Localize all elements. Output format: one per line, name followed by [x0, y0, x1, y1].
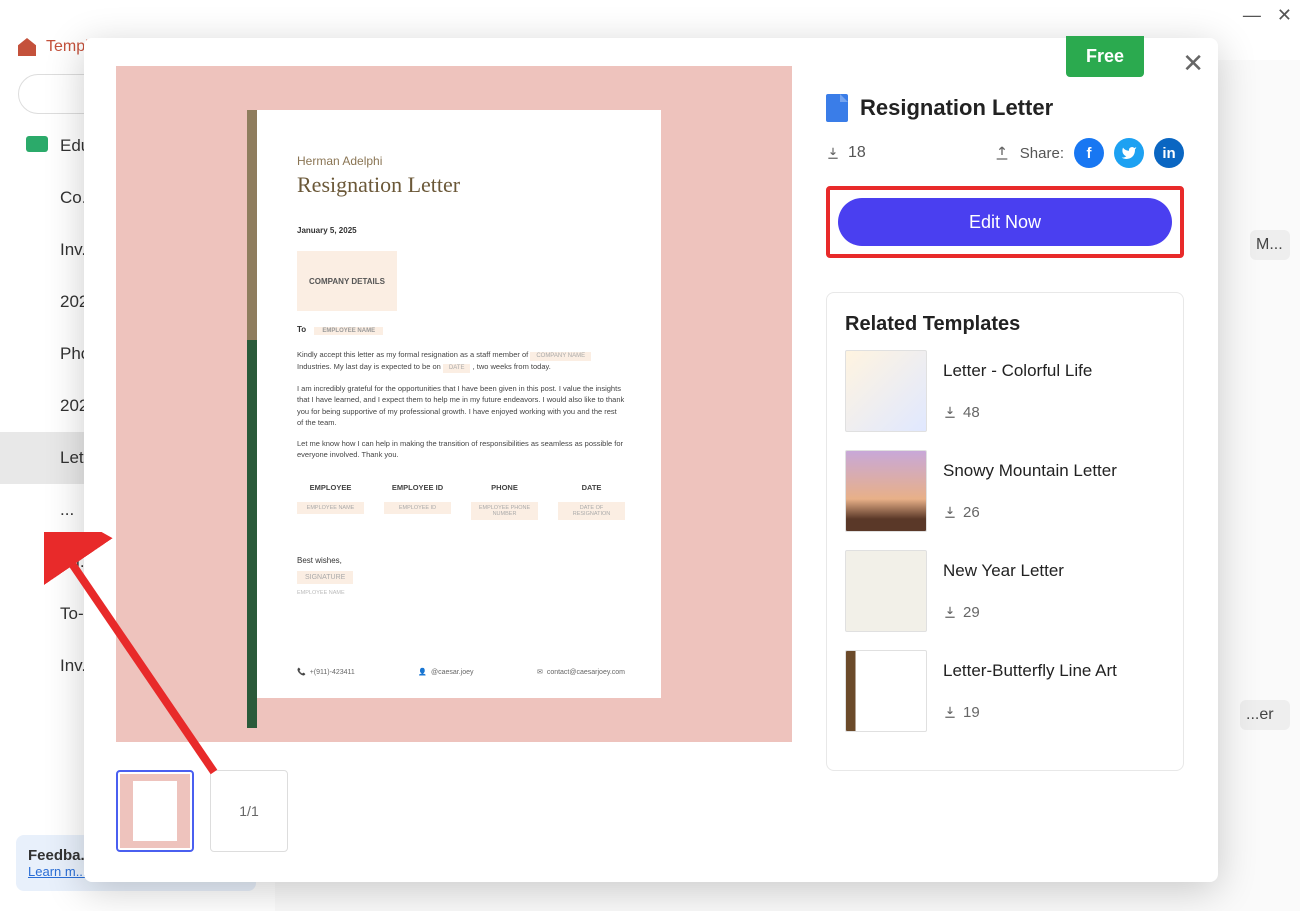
template-header: Resignation Letter [826, 94, 1184, 122]
related-downloads: 19 [943, 704, 1117, 721]
related-item[interactable]: Letter-Butterfly Line Art 19 [845, 650, 1165, 732]
doc-footer-handle: 👤 @caesar.joey [418, 668, 473, 676]
document-preview: Herman Adelphi Resignation Letter Januar… [247, 110, 661, 698]
related-name: Letter-Butterfly Line Art [943, 661, 1117, 681]
doc-to-label: To [297, 325, 306, 334]
info-pane: Resignation Letter 18 Share: f in Edit N… [812, 38, 1218, 882]
bg-card-stub: ...er [1240, 700, 1290, 730]
related-name: Letter - Colorful Life [943, 361, 1092, 381]
related-thumb [845, 550, 927, 632]
twitter-icon[interactable] [1114, 138, 1144, 168]
share-group: Share: f in [994, 138, 1184, 168]
window-minimize[interactable]: — [1243, 5, 1261, 26]
doc-signature-placeholder: SIGNATURE [297, 571, 353, 584]
doc-placeholder: EMPLOYEE NAME [314, 327, 383, 335]
download-count: 18 [826, 144, 866, 162]
window-close[interactable]: ✕ [1277, 5, 1292, 26]
info-stats-row: 18 Share: f in [826, 138, 1184, 168]
related-title: Related Templates [845, 313, 1165, 336]
template-title: Resignation Letter [860, 95, 1053, 121]
free-badge: Free [1066, 36, 1144, 77]
related-item[interactable]: New Year Letter 29 [845, 550, 1165, 632]
doc-to-line: To EMPLOYEE NAME [297, 325, 625, 335]
share-label: Share: [1020, 145, 1064, 162]
doc-footer: 📞 +(911)-423411 👤 @caesar.joey ✉ contact… [297, 668, 625, 676]
bg-card-stub: M... [1250, 230, 1290, 260]
doc-footer-email: ✉ contact@caesarjoey.com [537, 668, 625, 676]
document-icon [826, 94, 848, 122]
new-badge-icon [26, 136, 48, 152]
window-titlebar: — ✕ [0, 0, 1300, 30]
doc-table-col: PHONEEMPLOYEE PHONE NUMBER [471, 483, 538, 520]
related-downloads: 48 [943, 404, 1092, 421]
doc-paragraph: I am incredibly grateful for the opportu… [297, 383, 625, 428]
download-icon [943, 505, 957, 519]
edit-button-highlight: Edit Now [826, 186, 1184, 258]
related-item[interactable]: Letter - Colorful Life 48 [845, 350, 1165, 432]
close-icon[interactable]: ✕ [1182, 48, 1204, 79]
doc-title: Resignation Letter [297, 172, 625, 198]
facebook-icon[interactable]: f [1074, 138, 1104, 168]
template-preview-modal: Free ✕ Herman Adelphi Resignation Letter… [84, 38, 1218, 882]
doc-paragraph: Kindly accept this letter as my formal r… [297, 349, 625, 373]
related-downloads: 29 [943, 604, 1064, 621]
download-icon [943, 405, 957, 419]
doc-table-col: DATEDATE OF RESIGNATION [558, 483, 625, 520]
home-icon [18, 38, 36, 56]
edit-now-button[interactable]: Edit Now [838, 198, 1172, 246]
doc-table: EMPLOYEEEMPLOYEE NAME EMPLOYEE IDEMPLOYE… [297, 483, 625, 520]
download-icon [943, 705, 957, 719]
download-icon [943, 605, 957, 619]
related-name: New Year Letter [943, 561, 1064, 581]
page-indicator: 1/1 [210, 770, 288, 852]
doc-footer-phone: 📞 +(911)-423411 [297, 668, 355, 676]
doc-employee-placeholder: EMPLOYEE NAME [297, 590, 625, 596]
doc-closing: Best wishes, [297, 556, 625, 565]
download-icon [826, 146, 840, 160]
doc-accent-bar [247, 340, 257, 728]
related-thumb [845, 450, 927, 532]
related-name: Snowy Mountain Letter [943, 461, 1117, 481]
related-thumb [845, 350, 927, 432]
preview-pane: Herman Adelphi Resignation Letter Januar… [84, 38, 812, 882]
doc-table-col: EMPLOYEEEMPLOYEE NAME [297, 483, 364, 520]
share-icon [994, 145, 1010, 161]
doc-author: Herman Adelphi [297, 154, 625, 168]
thumbnail-row: 1/1 [116, 770, 812, 852]
thumbnail-selected[interactable] [116, 770, 194, 852]
related-thumb [845, 650, 927, 732]
related-downloads: 26 [943, 504, 1117, 521]
related-item[interactable]: Snowy Mountain Letter 26 [845, 450, 1165, 532]
doc-accent-bar [247, 110, 257, 340]
related-templates: Related Templates Letter - Colorful Life… [826, 292, 1184, 771]
preview-frame: Herman Adelphi Resignation Letter Januar… [116, 66, 792, 742]
doc-paragraph: Let me know how I can help in making the… [297, 438, 625, 461]
doc-date: January 5, 2025 [297, 226, 625, 235]
doc-company-box: COMPANY DETAILS [297, 251, 397, 311]
doc-table-col: EMPLOYEE IDEMPLOYEE ID [384, 483, 451, 520]
linkedin-icon[interactable]: in [1154, 138, 1184, 168]
